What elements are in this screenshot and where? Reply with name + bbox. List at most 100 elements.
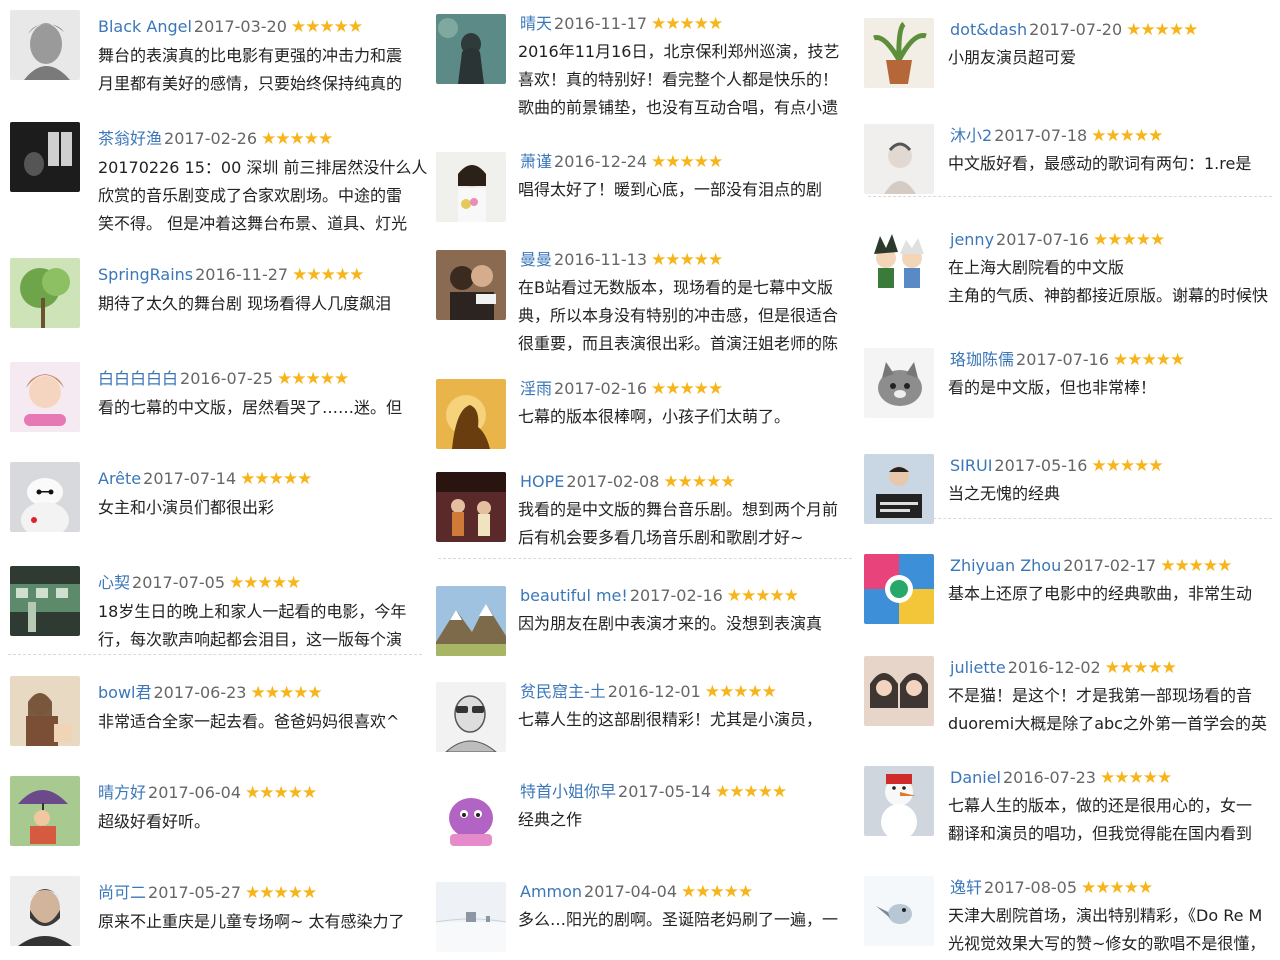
star-rating: ★★★★★ — [1093, 230, 1165, 250]
username-link[interactable]: SIRUI — [950, 456, 992, 475]
username-link[interactable]: 淫雨 — [520, 379, 552, 398]
review-meta: 淫雨 2017-02-16 ★★★★★ — [520, 379, 723, 399]
review-meta: dot&dash 2017-07-20 ★★★★★ — [950, 20, 1198, 40]
star-rating: ★★★★★ — [1126, 20, 1198, 40]
username-link[interactable]: Zhiyuan Zhou — [950, 556, 1061, 575]
avatar-bearded-man[interactable] — [10, 876, 80, 946]
username-link[interactable]: 曼曼 — [520, 250, 552, 269]
column-divider — [438, 558, 852, 559]
avatar-cartoon-girl[interactable] — [10, 362, 80, 432]
username-link[interactable]: juliette — [950, 658, 1006, 677]
avatar-girl-flowers[interactable] — [436, 152, 506, 222]
avatar-couple-photo[interactable] — [436, 250, 506, 320]
review-item: 晴方好 2017-06-04 ★★★★★ 超级好看好听。 — [0, 766, 430, 866]
username-link[interactable]: HOPE — [520, 472, 564, 491]
review-meta: SpringRains 2016-11-27 ★★★★★ — [98, 265, 364, 285]
avatar-sketch-man[interactable] — [436, 682, 506, 752]
review-date: 2016-12-24 — [554, 152, 647, 171]
review-text: 非常适合全家一起去看。爸爸妈妈很喜欢^ — [98, 708, 399, 736]
review-text: 多么…阳光的剧啊。圣诞陪老妈刷了一遍，一 — [518, 906, 838, 934]
username-link[interactable]: bowl君 — [98, 683, 151, 702]
username-link[interactable]: 茶翁好渔 — [98, 129, 162, 148]
avatar-cat[interactable] — [864, 348, 934, 418]
review-item: SIRUI 2017-05-16 ★★★★★ 当之无愧的经典 — [860, 436, 1280, 536]
review-text-line: 唱得太好了！暖到心底，一部没有泪点的剧 — [518, 180, 823, 199]
review-text-line: 因为朋友在剧中表演才来的。没想到表演真 — [518, 614, 823, 633]
avatar-pale-figure[interactable] — [864, 124, 934, 194]
review-meta: 白白白白白 2016-07-25 ★★★★★ — [98, 369, 349, 389]
avatar-colorful-collage[interactable] — [864, 554, 934, 624]
username-link[interactable]: 晴天 — [520, 14, 552, 33]
username-link[interactable]: 珞珈陈儒 — [950, 350, 1014, 369]
avatar-purple-monster[interactable] — [436, 782, 506, 852]
review-date: 2016-12-02 — [1007, 658, 1101, 677]
review-text: 18岁生日的晚上和家人一起看的电影，今年 行，每次歌声响起都会泪目，这一版每个演 — [98, 598, 406, 654]
username-link[interactable]: 逸轩 — [950, 878, 982, 897]
avatar-woman-photo[interactable] — [10, 676, 80, 746]
avatar-white-robot[interactable] — [10, 462, 80, 532]
username-link[interactable]: 白白白白白 — [98, 369, 178, 388]
review-date: 2017-02-08 — [566, 472, 660, 491]
username-link[interactable]: beautiful me! — [520, 586, 628, 605]
username-link[interactable]: Black Angel — [98, 17, 192, 36]
username-link[interactable]: 特首小姐你早 — [520, 782, 616, 801]
username-link[interactable]: 沐小2 — [950, 126, 992, 145]
avatar-bw-portrait[interactable] — [10, 10, 80, 80]
username-link[interactable]: Ammon — [520, 882, 582, 901]
column-divider — [868, 518, 1272, 519]
review-meta: jenny 2017-07-16 ★★★★★ — [950, 230, 1165, 250]
review-text: 2016年11月16日，北京保利郑州巡演，技艺 喜欢！真的特别好！看完整个人都是快… — [518, 38, 839, 122]
review-item: 曼曼 2016-11-13 ★★★★★ 在B站看过无数版本，现场看的是七幕中文版 典，所… — [430, 236, 860, 365]
avatar-umbrella-cartoon[interactable] — [10, 776, 80, 846]
review-item: 珞珈陈儒 2017-07-16 ★★★★★ 看的是中文版，但也非常棒！ — [860, 330, 1280, 436]
star-rating: ★★★★★ — [1091, 456, 1163, 476]
review-text: 期待了太久的舞台剧 现场看得人几度飙泪 — [98, 290, 391, 318]
avatar-anime-boys[interactable] — [864, 228, 934, 298]
username-link[interactable]: 萧谨 — [520, 152, 552, 171]
review-text: 20170226 15：00 深圳 前三排居然没什么人 欣赏的音乐剧变成了合家欢剧… — [98, 154, 427, 238]
username-link[interactable]: jenny — [950, 230, 994, 249]
review-text: 女主和小演员们都很出彩 — [98, 494, 274, 522]
review-text-line: 基本上还原了电影中的经典歌曲，非常生动 — [948, 584, 1253, 603]
avatar-green-tree[interactable] — [10, 258, 80, 328]
avatar-dark-window[interactable] — [10, 122, 80, 192]
avatar-snowman[interactable] — [864, 766, 934, 836]
review-item: Arête 2017-07-14 ★★★★★ 女主和小演员们都很出彩 — [0, 452, 430, 556]
review-text: 基本上还原了电影中的经典歌曲，非常生动 — [948, 580, 1252, 608]
review-text-line: 中文版好看，最感动的歌词有两句：1.re是 — [948, 154, 1252, 173]
username-link[interactable]: 心契 — [98, 573, 130, 592]
review-item: 特首小姐你早 2017-05-14 ★★★★★ 经典之作 — [430, 768, 860, 868]
avatar-golden-silhouette[interactable] — [436, 379, 506, 449]
review-item: 沐小2 2017-07-18 ★★★★★ 中文版好看，最感动的歌词有两句：1.re是 — [860, 106, 1280, 210]
username-link[interactable]: SpringRains — [98, 265, 193, 284]
username-link[interactable]: 贫民窟主-土 — [520, 682, 606, 701]
username-link[interactable]: Daniel — [950, 768, 1001, 787]
avatar-potted-plant[interactable] — [864, 18, 934, 88]
avatar-two-girls[interactable] — [864, 656, 934, 726]
review-date: 2017-07-20 — [1029, 20, 1123, 39]
avatar-bird-white[interactable] — [864, 876, 934, 946]
review-text: 小朋友演员超可爱 — [948, 44, 1076, 72]
username-link[interactable]: Arête — [98, 469, 141, 488]
review-date: 2016-11-17 — [554, 14, 647, 33]
review-item: 萧谨 2016-12-24 ★★★★★ 唱得太好了！暖到心底，一部没有泪点的剧 — [430, 138, 860, 236]
review-item: Zhiyuan Zhou 2017-02-17 ★★★★★ 基本上还原了电影中的经典歌… — [860, 536, 1280, 638]
review-date: 2017-05-16 — [994, 456, 1088, 475]
avatar-stage-photo[interactable] — [436, 472, 506, 542]
review-text-line: 七幕的版本很棒啊，小孩子们太萌了。 — [518, 407, 791, 426]
review-item: 贫民窟主-土 2016-12-01 ★★★★★ 七幕人生的这部剧很精彩！尤其是小演员， — [430, 668, 860, 768]
avatar-man-sign[interactable] — [864, 454, 934, 524]
username-link[interactable]: dot&dash — [950, 20, 1027, 39]
review-text: 在B站看过无数版本，现场看的是七幕中文版 典，所以本身没有特别的冲击感，但是很适合… — [518, 274, 838, 358]
avatar-girl-forest[interactable] — [436, 14, 506, 84]
username-link[interactable]: 晴方好 — [98, 783, 146, 802]
review-text: 超级好看好听。 — [98, 808, 210, 836]
username-link[interactable]: 尚可二 — [98, 883, 146, 902]
avatar-snow-field[interactable] — [436, 882, 506, 952]
review-text: 在上海大剧院看的中文版 主角的气质、神韵都接近原版。谢幕的时候快 — [948, 254, 1268, 310]
avatar-mountain[interactable] — [436, 586, 506, 656]
review-item: juliette 2016-12-02 ★★★★★ 不是猫！是这个！才是我第一部现场看… — [860, 638, 1280, 748]
avatar-green-train[interactable] — [10, 566, 80, 636]
star-rating: ★★★★★ — [651, 14, 723, 34]
review-text: 七幕人生的版本，做的还是很用心的，女一 翻译和演员的唱功，但我觉得能在国内看到 — [948, 792, 1252, 848]
